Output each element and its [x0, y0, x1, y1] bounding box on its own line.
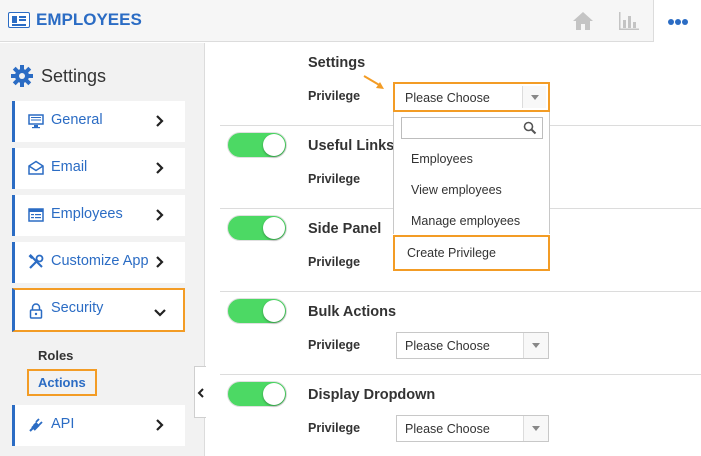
more-dots-icon — [668, 19, 674, 25]
sidebar-item-label: Customize App — [51, 253, 149, 269]
sidebar-subitem-roles[interactable]: Roles — [38, 348, 73, 363]
chevron-left-icon — [197, 388, 204, 398]
sidebar-item-general[interactable]: General — [12, 101, 185, 142]
bar-chart-icon — [619, 12, 639, 30]
privilege-label: Privilege — [308, 89, 361, 103]
section-title: Bulk Actions — [308, 304, 397, 320]
sidebar-item-customize-app[interactable]: Customize App — [12, 242, 185, 283]
section-title: Side Panel — [308, 221, 382, 237]
plug-icon — [29, 418, 43, 432]
sidebar-item-label: Employees — [51, 206, 123, 222]
select-value: Please Choose — [405, 91, 490, 105]
section-title: Settings — [308, 55, 366, 71]
chevron-right-icon — [156, 419, 164, 431]
settings-sidebar: Settings General Email Employees Customi… — [0, 43, 205, 456]
gear-icon — [11, 65, 33, 87]
useful-links-toggle[interactable] — [227, 132, 287, 158]
create-privilege-label: Create Privilege — [407, 246, 496, 260]
select-toggle-button[interactable] — [523, 333, 548, 358]
select-toggle-button[interactable] — [523, 416, 548, 441]
dropdown-search-input[interactable] — [401, 117, 543, 139]
bulk-actions-toggle[interactable] — [227, 298, 287, 324]
tools-icon — [28, 254, 44, 269]
privilege-dropdown: Please Choose Employees View employees M… — [393, 82, 550, 271]
caret-down-icon — [532, 426, 540, 431]
side-panel-toggle[interactable] — [227, 215, 287, 241]
chart-button[interactable] — [605, 0, 653, 42]
arrow-pointer-icon — [363, 75, 384, 89]
row-divider — [220, 374, 701, 375]
sidebar-item-email[interactable]: Email — [12, 148, 185, 189]
sidebar-item-label: Security — [51, 300, 104, 316]
chevron-right-icon — [156, 115, 164, 127]
privilege-label: Privilege — [308, 421, 361, 435]
chevron-down-icon — [154, 309, 166, 317]
dropdown-options-panel: Employees View employees Manage employee… — [393, 112, 550, 234]
sidebar-item-security[interactable]: Security — [12, 288, 185, 332]
more-button[interactable] — [653, 0, 701, 42]
display-dropdown-toggle[interactable] — [227, 381, 287, 407]
section-title: Useful Links — [308, 138, 395, 154]
sidebar-item-employees[interactable]: Employees — [12, 195, 185, 236]
display-dropdown-privilege-select[interactable]: Please Choose — [396, 415, 549, 442]
settings-privilege-select[interactable]: Please Choose — [393, 82, 550, 112]
bulk-actions-privilege-select[interactable]: Please Choose — [396, 332, 549, 359]
sidebar-collapse-button[interactable] — [194, 366, 206, 418]
privilege-label: Privilege — [308, 338, 361, 352]
app-title: EMPLOYEES — [36, 10, 142, 29]
dropdown-option[interactable]: View employees — [411, 183, 502, 197]
sidebar-item-label: General — [51, 112, 103, 128]
select-value: Please Choose — [405, 422, 490, 436]
app-header: EMPLOYEES — [0, 0, 701, 42]
lock-icon — [29, 303, 43, 319]
envelope-icon — [28, 160, 44, 175]
chevron-right-icon — [156, 256, 164, 268]
section-title: Display Dropdown — [308, 387, 436, 403]
dropdown-option[interactable]: Manage employees — [411, 214, 520, 228]
chevron-right-icon — [156, 162, 164, 174]
select-toggle-button[interactable] — [522, 86, 546, 108]
select-value: Please Choose — [405, 339, 490, 353]
row-divider — [220, 291, 701, 292]
caret-down-icon — [532, 343, 540, 348]
sidebar-item-label: API — [51, 416, 75, 432]
sidebar-item-api[interactable]: API — [12, 405, 185, 446]
sidebar-item-label: Email — [51, 159, 88, 175]
create-privilege-button[interactable]: Create Privilege — [393, 235, 550, 271]
search-icon — [523, 121, 537, 135]
monitor-icon — [28, 114, 44, 129]
list-icon — [28, 208, 44, 222]
home-button[interactable] — [559, 0, 607, 42]
dropdown-option[interactable]: Employees — [411, 152, 473, 166]
privilege-label: Privilege — [308, 172, 361, 186]
sidebar-title: Settings — [41, 66, 107, 86]
caret-down-icon — [531, 95, 539, 100]
sidebar-subitem-actions[interactable]: Actions — [27, 369, 97, 396]
home-icon — [573, 12, 593, 30]
chevron-right-icon — [156, 209, 164, 221]
id-card-icon — [8, 12, 30, 28]
privilege-label: Privilege — [308, 255, 361, 269]
